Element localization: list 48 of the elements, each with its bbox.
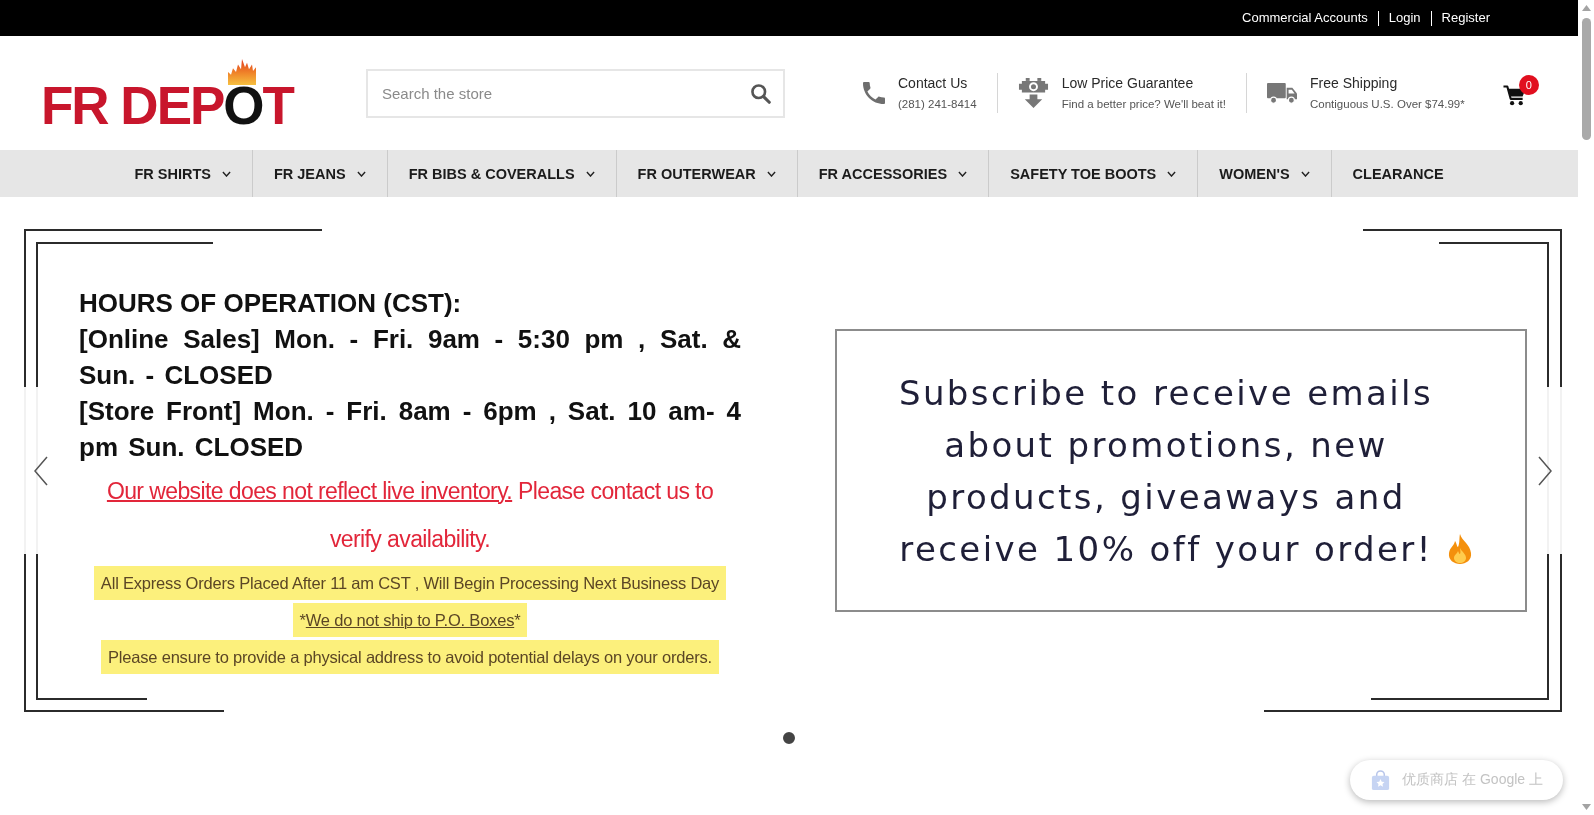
- shipping-note: Please ensure to provide a physical address to avoid potential delays on your orders.: [101, 640, 719, 674]
- nav-link[interactable]: CLEARANCE: [1330, 150, 1465, 197]
- scrollbar-thumb[interactable]: [1582, 18, 1591, 140]
- logo-text[interactable]: FR DEPOT: [41, 85, 293, 127]
- nav-link[interactable]: FR ACCESSORIES: [796, 150, 989, 197]
- subscribe-text: Subscribe to receive emails about promotions, new products, giveaways and receive 10% off your order!: [897, 371, 1435, 571]
- phone-icon: [863, 82, 885, 104]
- scroll-down-icon[interactable]: [1581, 804, 1591, 810]
- search-field[interactable]: Search the store: [366, 68, 785, 118]
- cart-count-badge: 0: [1518, 75, 1539, 95]
- nav-link[interactable]: SAFETY TOE BOOTS: [988, 150, 1198, 197]
- nav-link[interactable]: FR JEANS: [251, 150, 387, 197]
- top-bar-link[interactable]: Register: [1441, 10, 1490, 26]
- fire-icon: [1446, 532, 1474, 565]
- chevron-down-icon: [356, 170, 366, 177]
- hours-line: [Online Sales] Mon. - Fri. 9am - 5:30 pm , Sat. & Sun. - CLOSED: [79, 323, 741, 392]
- gear-arrow-icon: [1017, 77, 1049, 109]
- search-icon[interactable]: [750, 82, 771, 104]
- feature-subtitle: (281) 241-8414: [898, 97, 977, 111]
- chevron-down-icon: [1167, 170, 1177, 177]
- feature-title: Contact Us: [898, 75, 969, 92]
- chevron-down-icon: [585, 170, 595, 177]
- nav-link[interactable]: FR BIBS & COVERALLS: [386, 150, 616, 197]
- chevron-down-icon: [1300, 170, 1310, 177]
- nav-link[interactable]: WOMEN'S: [1197, 150, 1331, 197]
- shipping-note: All Express Orders Placed After 11 am CST , Will Begin Processing Next Business Day: [93, 566, 727, 600]
- truck-icon: [1267, 82, 1297, 104]
- scroll-up-icon[interactable]: [1581, 5, 1591, 11]
- hours-heading: HOURS OF OPERATION (CST):: [79, 287, 463, 320]
- hours-line: [Store Front] Mon. - Fri. 8am - 6pm , Sat. 10 am- 4 pm Sun. CLOSED: [79, 395, 741, 464]
- shopping-bag-icon: [1370, 769, 1392, 791]
- flame-icon: [227, 59, 257, 85]
- carousel-dot[interactable]: [783, 732, 795, 744]
- feature-subtitle: Contiguous U.S. Over $74.99*: [1310, 97, 1465, 111]
- feature-title: Free Shipping: [1310, 75, 1399, 92]
- chevron-down-icon: [221, 170, 231, 177]
- chevron-right-icon: [1538, 455, 1552, 486]
- chevron-down-icon: [766, 170, 776, 177]
- shipping-note: *We do not ship to P.O. Boxes*: [292, 603, 528, 637]
- top-bar-link[interactable]: Commercial Accounts: [1242, 10, 1368, 26]
- top-bar-link[interactable]: Login: [1388, 10, 1421, 26]
- nav-link[interactable]: FR OUTERWEAR: [615, 150, 797, 197]
- inventory-notice: Our website does not reflect live inventory. Please contact us to verify availability.: [105, 477, 715, 554]
- nav-link[interactable]: FR SHIRTS: [113, 150, 252, 197]
- feature-title: Low Price Guarantee: [1061, 75, 1195, 92]
- feature-subtitle: Find a better price? We'll beat it!: [1061, 97, 1226, 111]
- chevron-left-icon: [34, 455, 48, 486]
- chevron-down-icon: [958, 170, 968, 177]
